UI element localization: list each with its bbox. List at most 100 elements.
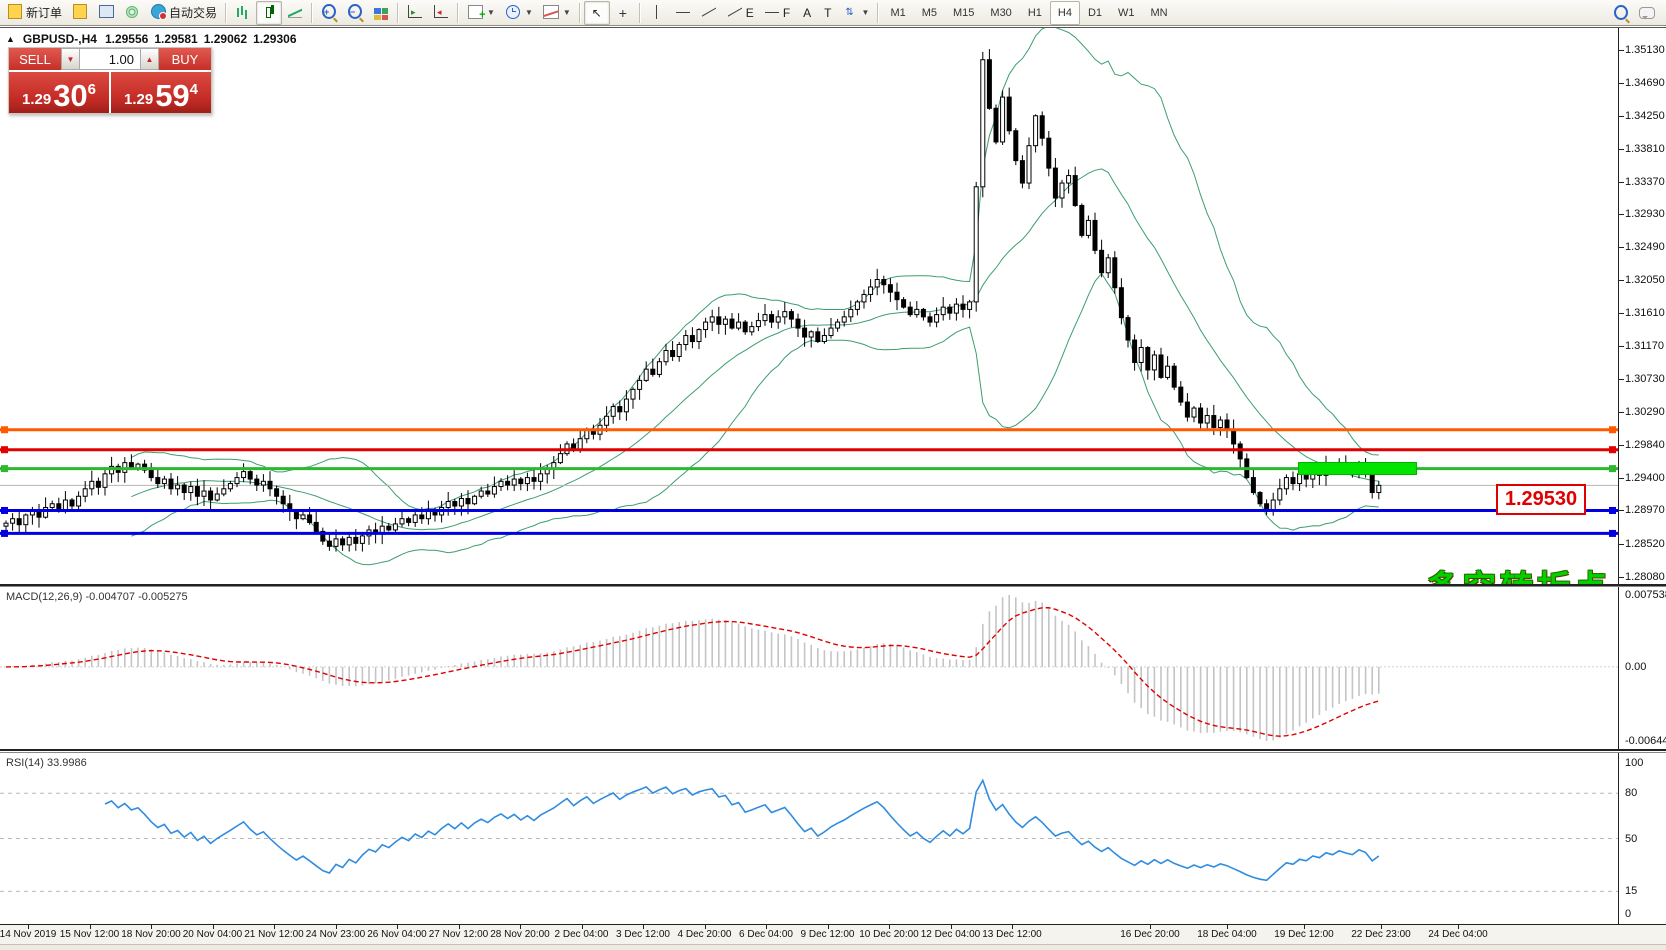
candle-body: [677, 345, 681, 357]
collapse-arrow-icon[interactable]: ▲: [6, 34, 15, 44]
tile-windows-button[interactable]: [368, 1, 394, 25]
price-axis[interactable]: 1.351301.346901.342501.338101.333701.329…: [1618, 28, 1666, 584]
candle-body: [968, 302, 972, 309]
channel-button[interactable]: E: [722, 1, 759, 25]
dropdown-caret-icon[interactable]: ▼: [862, 8, 870, 17]
line-chart-button[interactable]: [282, 1, 308, 25]
indicators-button[interactable]: ▼: [538, 1, 576, 25]
candle-body: [902, 300, 906, 307]
label-button[interactable]: T: [816, 1, 836, 25]
period-button[interactable]: ▼: [500, 1, 538, 25]
dropdown-caret-icon[interactable]: ▼: [525, 8, 533, 17]
auto-scroll-button[interactable]: [402, 1, 428, 25]
axis-tick: [1619, 83, 1624, 84]
candle-body: [1080, 205, 1084, 235]
candle-body: [354, 537, 358, 543]
signals-button[interactable]: [119, 1, 145, 25]
cursor-button[interactable]: ↖: [584, 1, 610, 25]
timeframe-h4-button[interactable]: H4: [1050, 1, 1080, 25]
timeframe-m30-button[interactable]: M30: [982, 1, 1019, 25]
timeframe-m1-button[interactable]: M1: [882, 1, 913, 25]
price-axis-label: 1.33370: [1625, 176, 1665, 188]
timeframe-d1-button[interactable]: D1: [1080, 1, 1110, 25]
rsi-panel[interactable]: [0, 753, 1618, 924]
candle-body: [248, 472, 252, 479]
resistance-line-2-handle[interactable]: [1, 446, 8, 453]
candle-body: [928, 317, 932, 322]
fibonacci-button[interactable]: F: [759, 1, 795, 25]
chat-button[interactable]: [1634, 1, 1660, 25]
volume-input[interactable]: 1.00: [80, 48, 140, 70]
dropdown-caret-icon[interactable]: ▼: [563, 8, 571, 17]
main-chart-plot[interactable]: 1.29530多空转折点: [0, 28, 1618, 584]
support-line-1-handle[interactable]: [1, 507, 8, 514]
crosshair-button[interactable]: +: [610, 1, 636, 25]
candle-body: [1126, 318, 1130, 340]
candle-body: [90, 481, 94, 488]
candle-body: [664, 351, 668, 362]
timeframe-mn-button[interactable]: MN: [1143, 1, 1176, 25]
candlestick-chart-button[interactable]: [256, 1, 282, 25]
resistance-line-2-handle[interactable]: [1609, 446, 1616, 453]
search-button[interactable]: [1608, 1, 1634, 25]
quote-high: 1.29581: [154, 32, 197, 46]
candle-icon: [261, 4, 277, 22]
macd-panel[interactable]: [0, 587, 1618, 749]
resistance-line-1-handle[interactable]: [1609, 426, 1616, 433]
buy-button[interactable]: BUY: [159, 48, 211, 70]
buy-price-button[interactable]: 1.29594: [111, 72, 211, 113]
text-button[interactable]: A: [795, 1, 816, 25]
trendline-button[interactable]: [696, 1, 722, 25]
dropdown-caret-icon[interactable]: ▼: [487, 8, 495, 17]
terminal-button[interactable]: [93, 1, 119, 25]
candle-body: [849, 309, 853, 316]
new-order-button[interactable]: 新订单: [2, 1, 67, 25]
arrows-button[interactable]: ⇅▼: [837, 1, 875, 25]
candle-body: [176, 485, 180, 489]
horizontal-line-button[interactable]: [670, 1, 696, 25]
candle-body: [651, 369, 655, 374]
candle-body: [169, 479, 173, 489]
pivot-line-handle[interactable]: [1609, 465, 1616, 472]
one-click-trading-panel: SELL ▼ 1.00 ▲ BUY 1.29306 1.29594: [8, 47, 212, 114]
chart-window-button[interactable]: [67, 1, 93, 25]
axis-tick: [1619, 412, 1624, 413]
sell-button[interactable]: SELL: [9, 48, 61, 70]
new-chart-button[interactable]: ▼: [462, 1, 500, 25]
pivot-line-handle[interactable]: [1, 465, 8, 472]
resistance-line-1-handle[interactable]: [1, 426, 8, 433]
zoom-in-button[interactable]: +: [316, 1, 342, 25]
sell-price-button[interactable]: 1.29306: [9, 72, 109, 113]
candle-body: [618, 407, 622, 412]
toolbar-separator: [457, 3, 459, 23]
timeframe-m5-button[interactable]: M5: [914, 1, 945, 25]
chart-shift-button[interactable]: [428, 1, 454, 25]
volume-increase-button[interactable]: ▲: [140, 48, 159, 70]
price-tag-label[interactable]: 1.29530: [1496, 484, 1586, 515]
support-line-2-handle[interactable]: [1609, 530, 1616, 537]
candle-body: [717, 317, 721, 324]
zoom-out-button[interactable]: −: [342, 1, 368, 25]
time-axis-label: 22 Dec 23:00: [1351, 929, 1411, 940]
time-axis-label: 21 Nov 12:00: [244, 929, 304, 940]
quote-close: 1.29306: [253, 32, 296, 46]
candle-body: [387, 526, 391, 530]
candle-body: [1225, 420, 1229, 429]
bar-chart-button[interactable]: [230, 1, 256, 25]
green-zone-rectangle[interactable]: [1298, 462, 1417, 475]
support-line-1-handle[interactable]: [1609, 507, 1616, 514]
support-line-2-handle[interactable]: [1, 530, 8, 537]
time-axis-label: 18 Nov 20:00: [121, 929, 181, 940]
rsi-axis-label: 100: [1625, 757, 1643, 769]
axis-tick: [1619, 379, 1624, 380]
timeframe-m15-button[interactable]: M15: [945, 1, 982, 25]
timeframe-h1-button[interactable]: H1: [1020, 1, 1050, 25]
toolbar-separator: [639, 3, 641, 23]
vertical-line-button[interactable]: [644, 1, 670, 25]
timeframe-w1-button[interactable]: W1: [1110, 1, 1143, 25]
time-axis[interactable]: 14 Nov 201915 Nov 12:0018 Nov 20:0020 No…: [0, 924, 1666, 945]
candle-body: [809, 332, 813, 337]
autotrading-button[interactable]: 自动交易: [145, 1, 222, 25]
volume-decrease-button[interactable]: ▼: [61, 48, 80, 70]
candle-body: [479, 491, 483, 496]
